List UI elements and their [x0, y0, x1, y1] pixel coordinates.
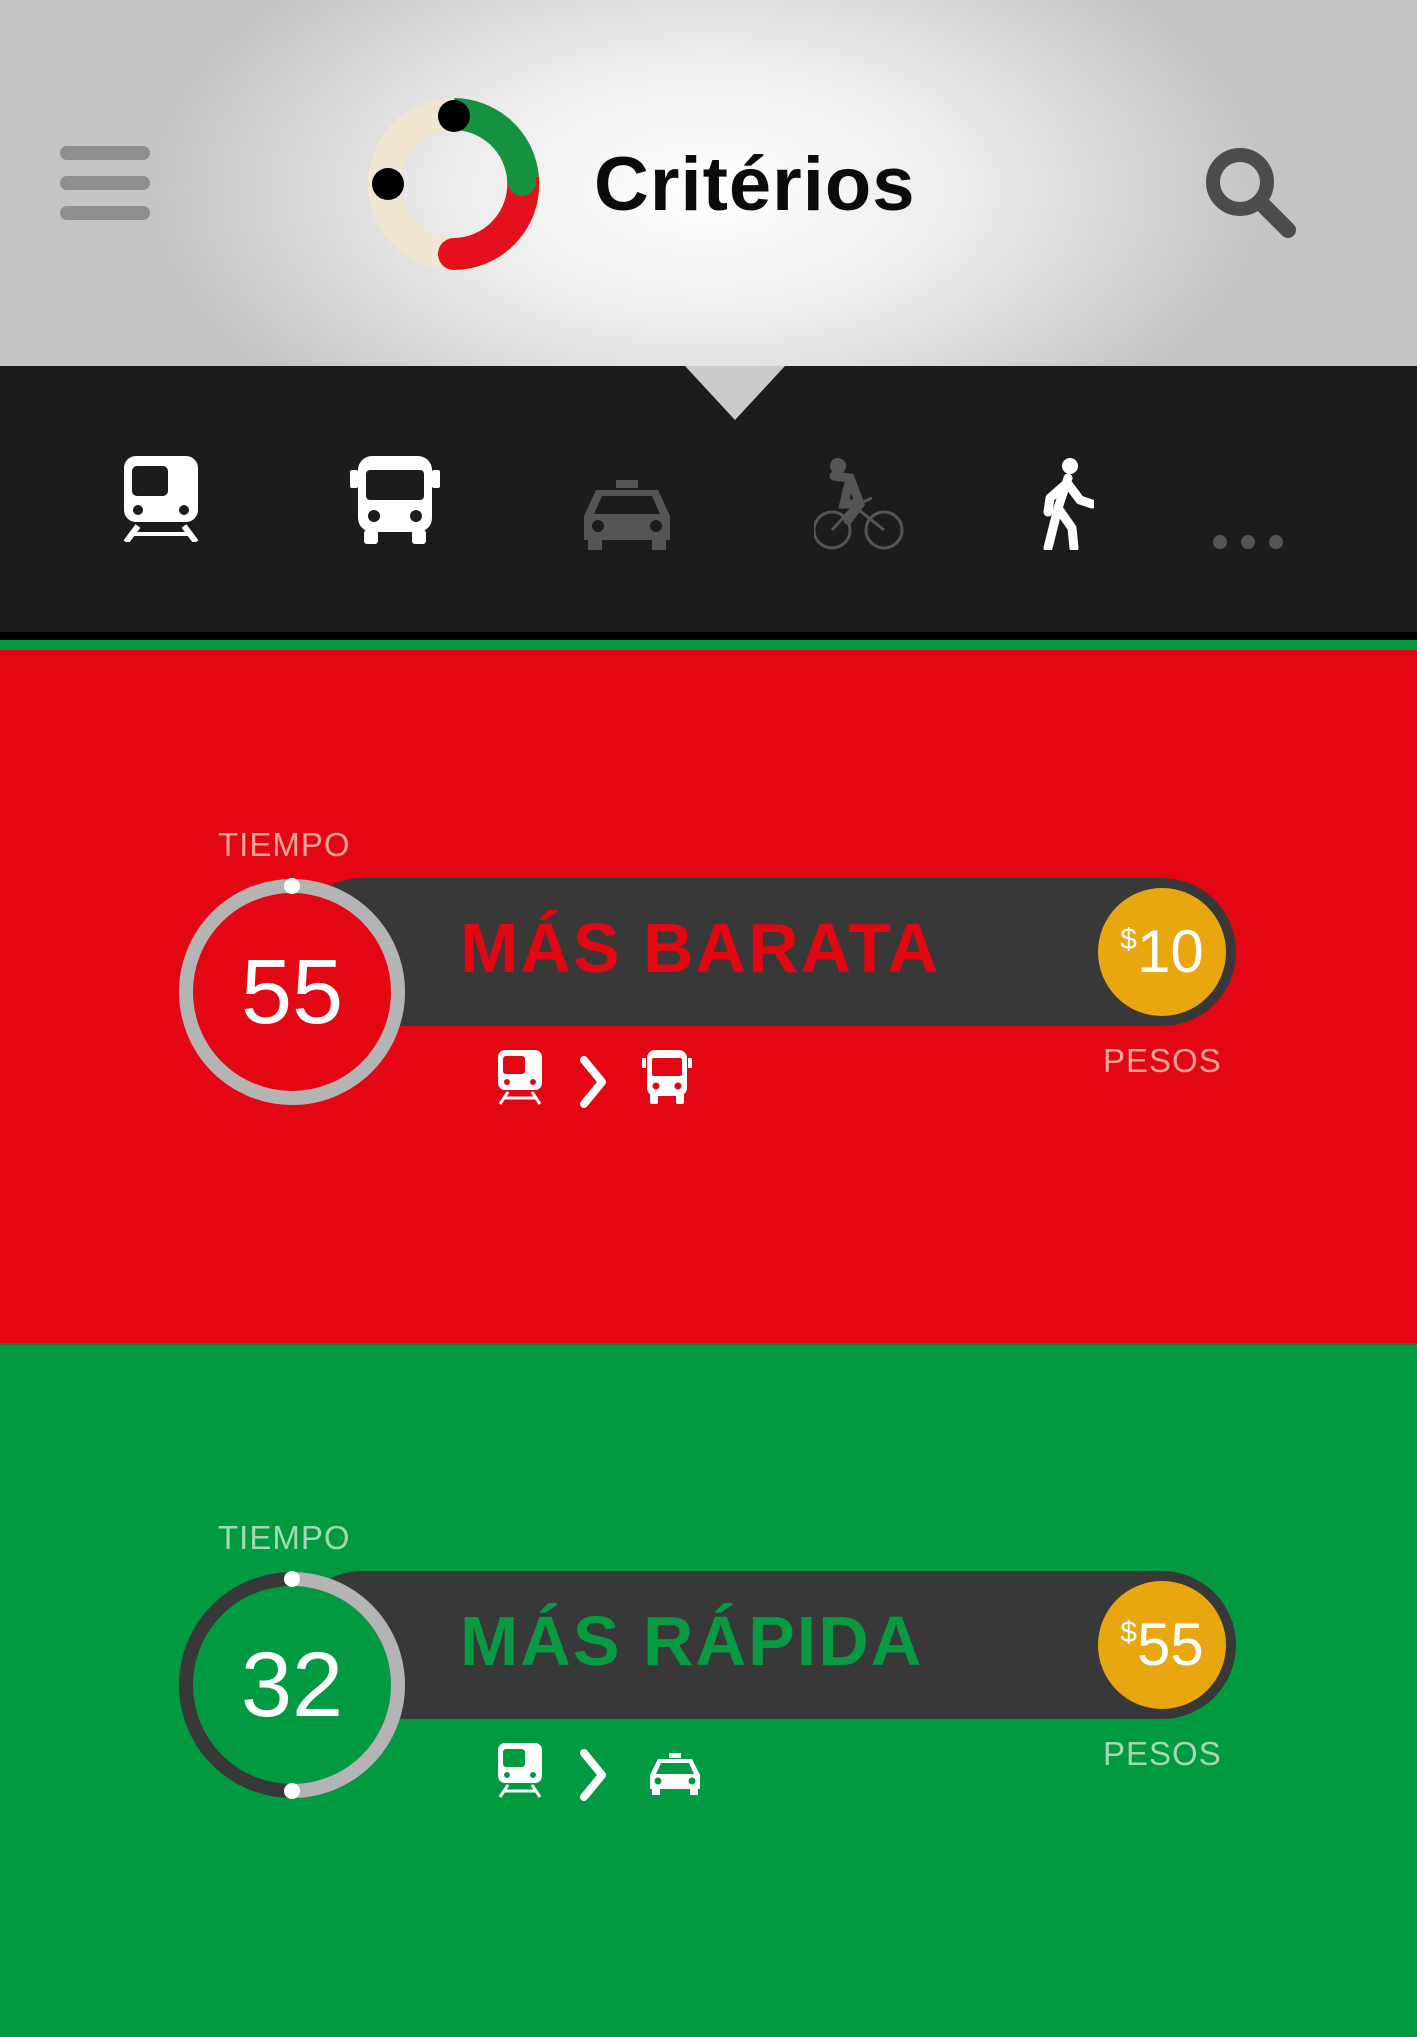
time-minutes: 32 — [240, 1634, 344, 1736]
time-minutes: 55 — [240, 941, 344, 1043]
metro-icon — [498, 1050, 542, 1105]
chevron-right-icon — [580, 1056, 606, 1108]
metro-mode-icon[interactable] — [120, 456, 202, 542]
price-badge: $55 — [1098, 1581, 1226, 1709]
taxi-icon — [650, 1753, 700, 1795]
route-title: MÁS BARATA — [460, 909, 941, 987]
route-card-cheapest[interactable]: TIEMPO 55 MÁS BARATA $10 PESOS — [0, 650, 1417, 1343]
price-value: 55 — [1136, 1611, 1204, 1678]
route-title: MÁS RÁPIDA — [460, 1602, 924, 1680]
price-value: 10 — [1136, 918, 1204, 985]
bus-mode-icon[interactable] — [350, 456, 440, 544]
time-label: TIEMPO — [218, 826, 351, 863]
more-modes-icon[interactable] — [1212, 534, 1284, 550]
walk-mode-icon[interactable] — [1038, 458, 1094, 550]
currency-symbol: $ — [1120, 923, 1137, 956]
currency-symbol: $ — [1120, 1616, 1137, 1649]
search-icon[interactable] — [1202, 144, 1298, 240]
page-title: Critérios — [594, 142, 916, 227]
metro-icon — [498, 1743, 542, 1798]
hamburger-menu-icon[interactable] — [60, 146, 150, 220]
chevron-right-icon — [580, 1749, 606, 1801]
bus-icon — [642, 1050, 692, 1104]
bicycle-mode-icon[interactable] — [814, 458, 904, 552]
price-unit-label: PESOS — [1103, 1042, 1222, 1079]
price-unit-label: PESOS — [1103, 1735, 1222, 1772]
app-header: Critérios — [0, 0, 1417, 366]
time-label: TIEMPO — [218, 1519, 351, 1556]
taxi-mode-icon[interactable] — [582, 480, 672, 550]
transport-mode-bar — [0, 366, 1417, 640]
header-pointer — [685, 366, 785, 420]
price-badge: $10 — [1098, 888, 1226, 1016]
app-logo — [368, 98, 540, 270]
route-card-fastest[interactable]: TIEMPO 32 MÁS RÁPIDA $55 PESOS — [0, 1343, 1417, 2036]
